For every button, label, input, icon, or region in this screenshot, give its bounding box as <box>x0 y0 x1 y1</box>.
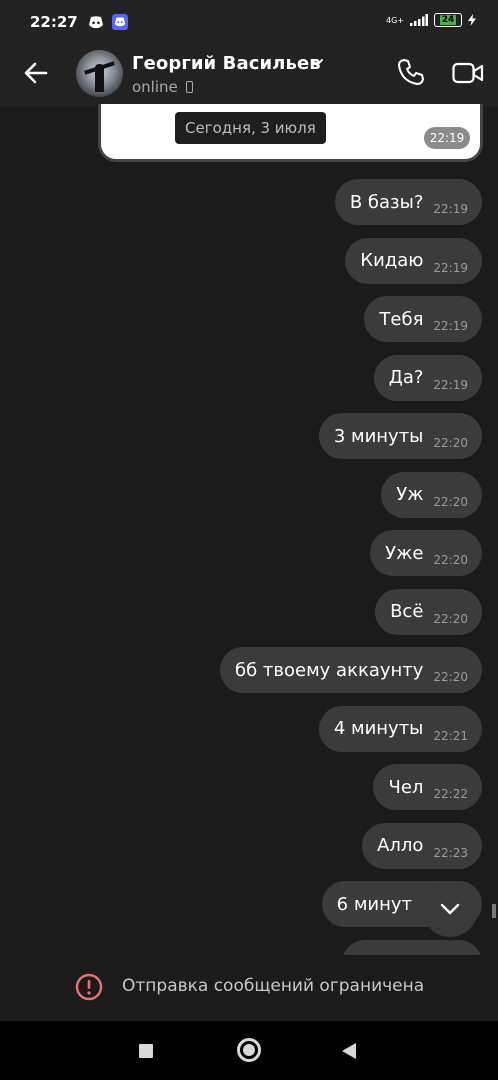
home-icon[interactable] <box>237 1038 261 1062</box>
message-text: Уже <box>385 542 424 564</box>
message-bubble[interactable]: Уже 22:20 <box>370 530 482 576</box>
message-time: 22:23 <box>433 845 468 860</box>
message-bubble[interactable]: В базы? 22:19 <box>334 179 482 225</box>
message-time: 22:20 <box>433 436 468 450</box>
message-text: Алло <box>377 835 424 856</box>
date-separator: Сегодня, 3 июля <box>175 112 326 144</box>
restriction-banner: Отправка сообщений ограничена <box>0 955 498 1021</box>
status-right: 4G+ 24 <box>386 13 476 27</box>
chevron-down-icon[interactable] <box>310 58 324 68</box>
message-text: Чел <box>388 776 424 798</box>
discord-app-icon <box>111 14 128 30</box>
message-time: 22:22 <box>433 787 468 801</box>
battery-icon: 24 <box>434 13 462 27</box>
message-text: Всё <box>390 601 424 622</box>
phone-call-icon[interactable] <box>396 57 426 87</box>
message-bubble[interactable]: Да? 22:19 <box>373 354 482 401</box>
message-bubble[interactable]: Всё 22:20 <box>375 588 482 635</box>
message-text: Уж <box>396 484 424 505</box>
message-text: Да? <box>388 367 424 388</box>
message-bubble[interactable]: Тебя 22:19 <box>364 296 482 342</box>
message-bubble[interactable]: 4 минуты 22:21 <box>318 705 482 752</box>
message-text: Кидаю <box>360 250 424 271</box>
video-call-icon[interactable] <box>452 60 484 86</box>
discord-icon <box>88 14 104 30</box>
message-bubble[interactable]: Кидаю 22:19 <box>345 237 482 284</box>
message-time: 22:19 <box>433 202 468 216</box>
back-triangle-icon[interactable] <box>342 1043 356 1059</box>
status-bar: 22:27 4G+ 24 <box>0 0 498 44</box>
message-time: 22:20 <box>433 553 468 567</box>
avatar[interactable] <box>76 50 123 97</box>
scroll-indicator <box>492 904 496 918</box>
message-text: 3 минуты <box>333 425 424 447</box>
charging-icon <box>468 14 476 26</box>
back-arrow-icon[interactable] <box>22 59 50 87</box>
message-time: 22:20 <box>433 611 468 626</box>
mobile-device-icon <box>186 81 193 93</box>
message-time: 22:19 <box>433 319 468 333</box>
message-text: 6 минут <box>336 893 412 915</box>
restriction-text: Отправка сообщений ограничена <box>122 976 425 996</box>
message-text: бб твоему аккаунту <box>234 659 424 681</box>
signal-icon <box>410 14 428 26</box>
message-text: В базы? <box>349 191 424 213</box>
message-bubble[interactable]: Уж 22:20 <box>381 471 482 518</box>
chevron-down-icon <box>440 903 460 915</box>
message-time: 22:19 <box>433 260 468 275</box>
message-time: 22:19 <box>424 127 470 149</box>
message-time: 22:20 <box>433 670 468 684</box>
message-time: 22:21 <box>433 728 468 743</box>
message-bubble[interactable]: Алло 22:23 <box>362 822 482 869</box>
scroll-down-button[interactable] <box>422 881 478 937</box>
message-bubble[interactable]: Чел 22:22 <box>373 764 482 810</box>
message-time: 22:20 <box>433 494 468 509</box>
message-list: В базы? 22:19 Кидаю 22:19 Тебя 22:19 Да? 22:… <box>22 179 482 980</box>
message-time: 22:19 <box>433 377 468 392</box>
status-time: 22:27 <box>30 13 78 31</box>
battery-level: 24 <box>439 15 457 25</box>
message-bubble[interactable]: бб твоему аккаунту 22:20 <box>219 647 482 693</box>
message-text: 4 минуты <box>333 718 424 739</box>
chat-header: Георгий Васильев online <box>0 44 498 106</box>
network-label: 4G+ <box>386 15 404 25</box>
warning-icon <box>75 973 103 1001</box>
contact-status: online <box>132 78 178 96</box>
message-bubble[interactable]: 3 минуты 22:20 <box>318 413 482 459</box>
system-nav-bar <box>0 1021 498 1080</box>
message-text: Тебя <box>379 308 424 330</box>
contact-name[interactable]: Георгий Васильев <box>132 53 321 74</box>
recent-apps-icon[interactable] <box>139 1044 153 1058</box>
